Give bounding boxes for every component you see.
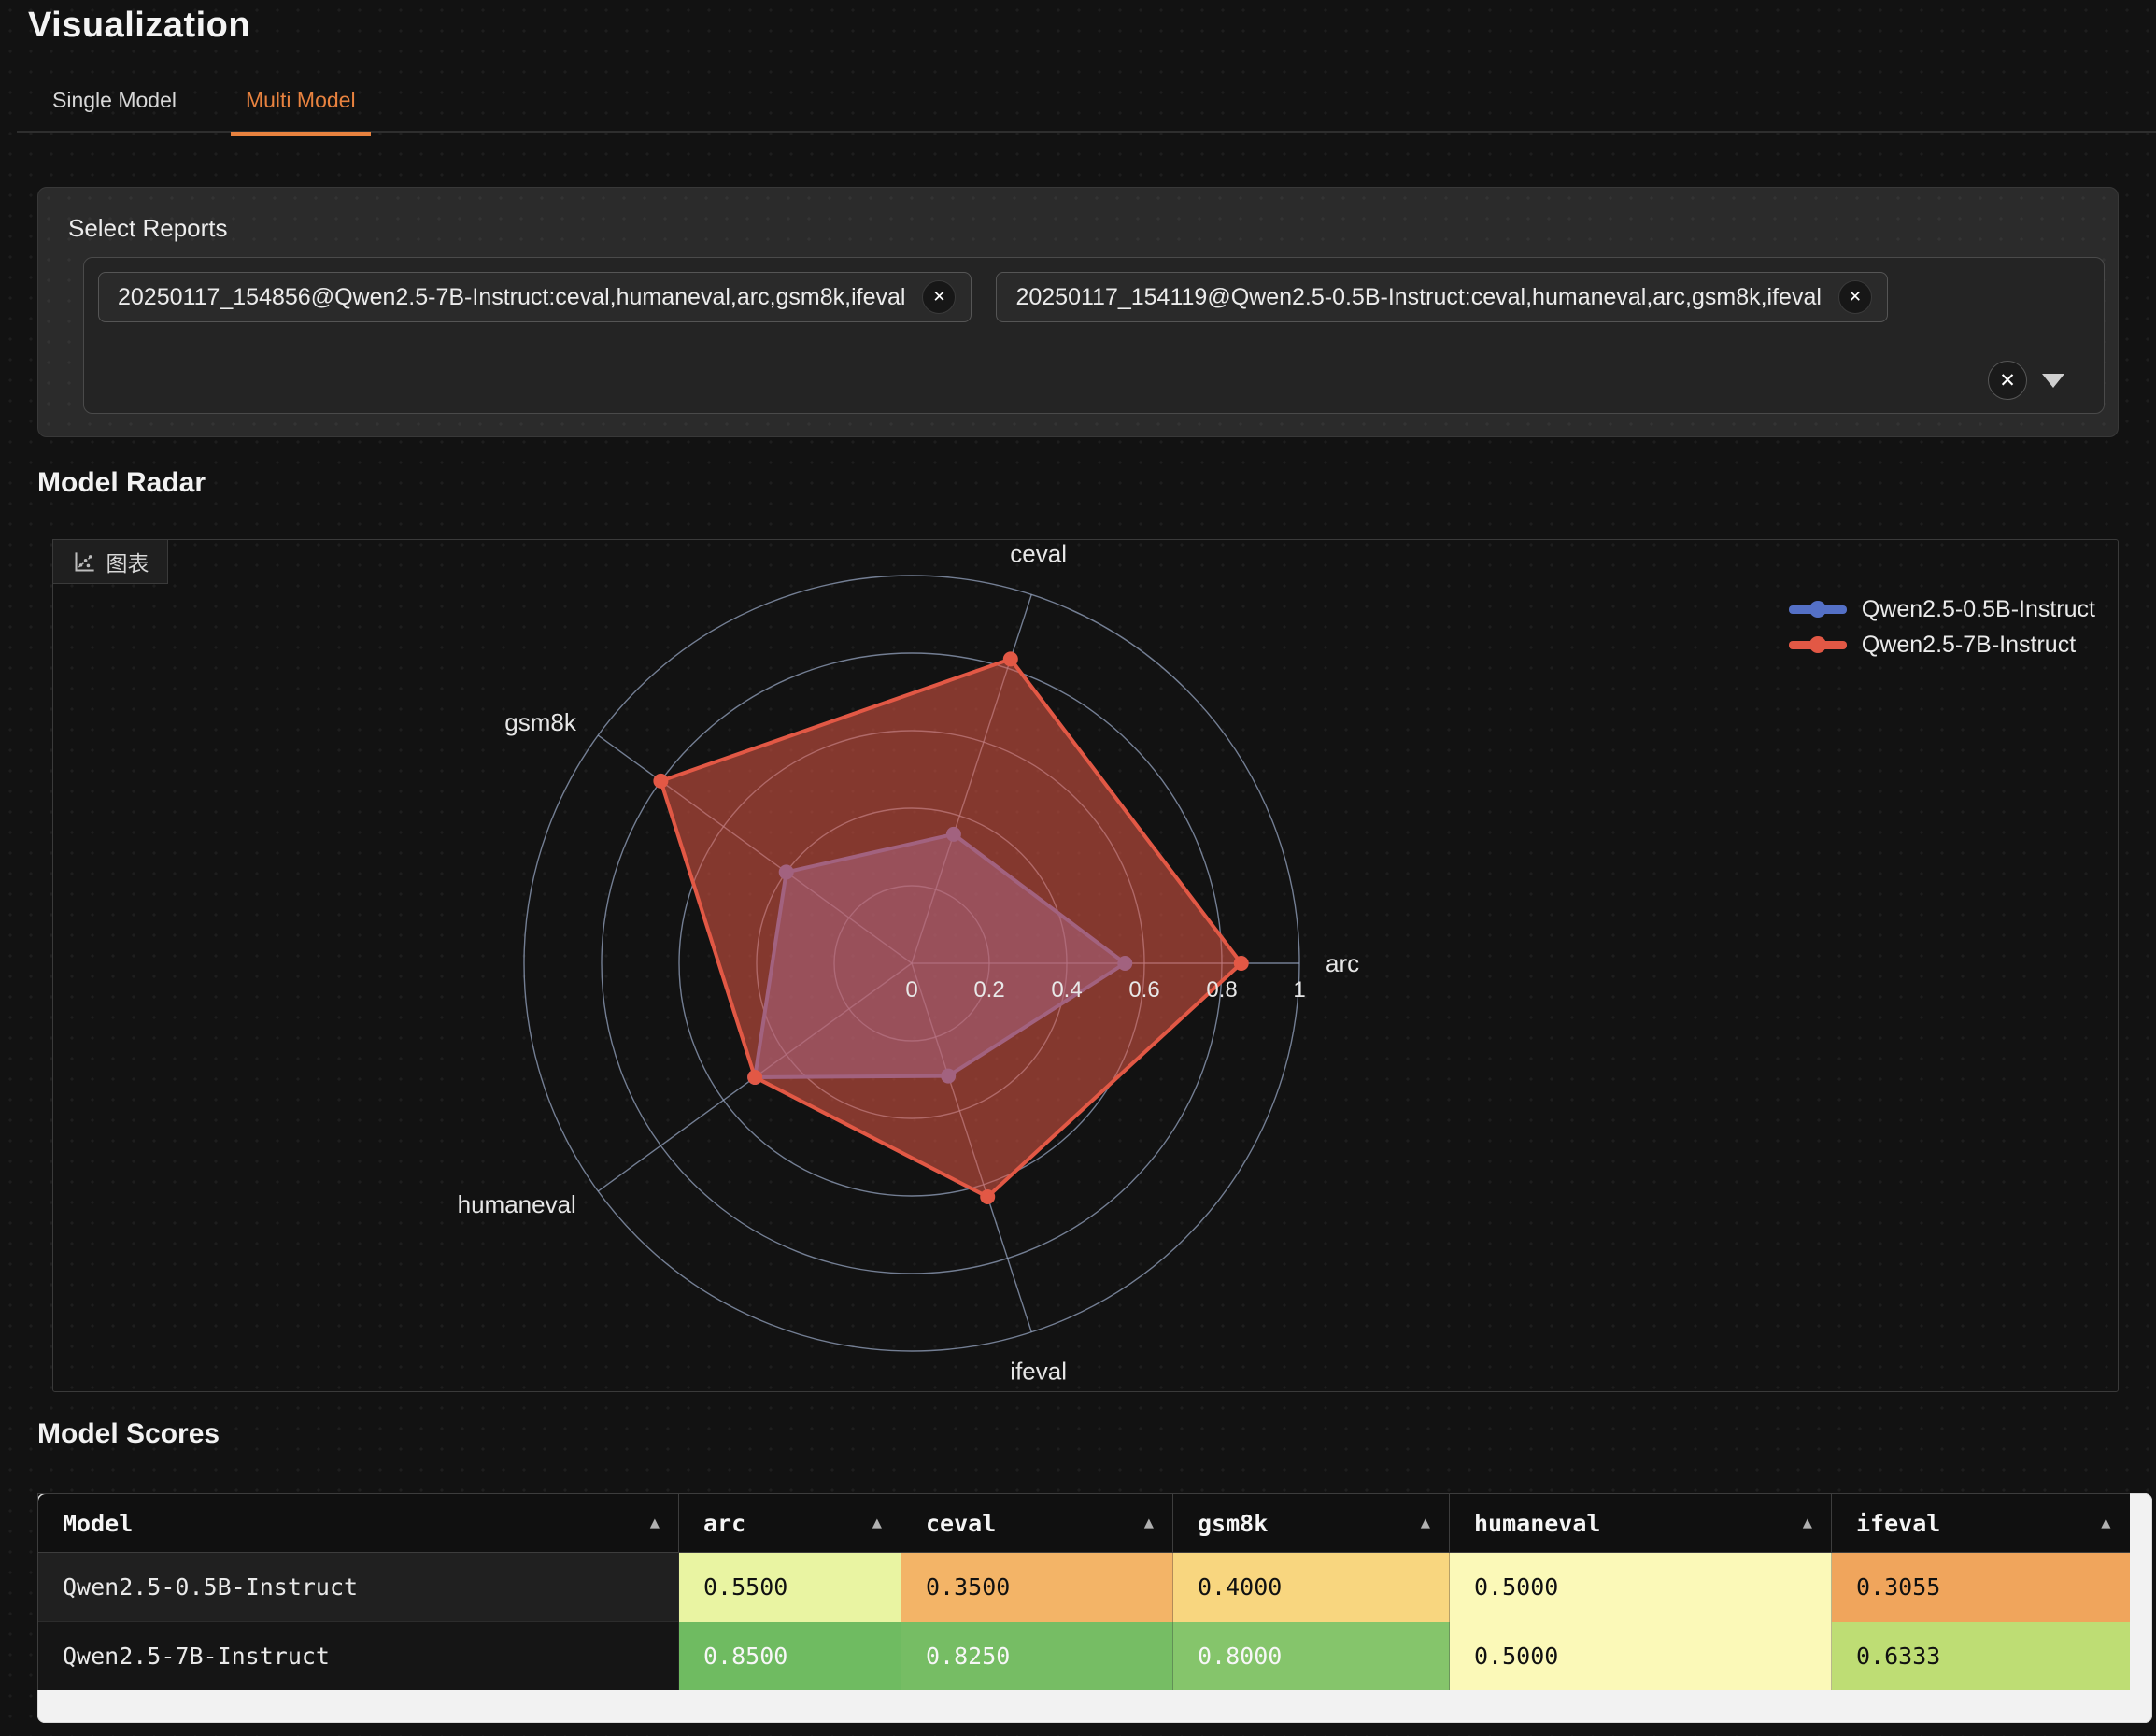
svg-text:ceval: ceval [1010,540,1067,567]
sort-icon[interactable]: ▲ [872,1514,882,1532]
col-header-humaneval[interactable]: humaneval▲ [1450,1494,1832,1553]
radar-chart: 0 0.2 0.4 0.6 0.8 1 arc ceval gsm8k humaneval ifev… [53,540,2118,1391]
score-cell: 0.8250 [901,1622,1173,1691]
svg-text:1: 1 [1293,977,1305,1003]
table-row: Qwen2.5-0.5B-Instruct 0.5500 0.3500 0.40… [38,1553,2130,1622]
table-row: Qwen2.5-7B-Instruct 0.8500 0.8250 0.8000… [38,1622,2130,1691]
model-scores-heading: Model Scores [37,1418,220,1450]
svg-text:0.6: 0.6 [1128,977,1159,1003]
plot-tab-label: 图表 [106,546,149,577]
col-header-ceval[interactable]: ceval▲ [901,1494,1173,1553]
score-cell: 0.6333 [1832,1622,2130,1691]
plot-tab-chart[interactable]: 图表 [52,539,168,584]
report-chip-label: 20250117_154119@Qwen2.5-0.5B-Instruct:ce… [1015,284,1821,311]
scatter-chart-icon [72,549,97,575]
svg-text:0.8: 0.8 [1206,977,1237,1003]
legend-item[interactable]: Qwen2.5-7B-Instruct [1789,628,2095,662]
sort-icon[interactable]: ▲ [1803,1514,1812,1532]
model-radar-heading: Model Radar [37,467,206,499]
score-cell: 0.3055 [1832,1553,2130,1622]
page-title: Visualization [28,6,250,46]
select-reports-panel: Select Reports 20250117_154856@Qwen2.5-7… [37,187,2119,437]
score-cell: 0.5500 [679,1553,901,1622]
score-cell: 0.5000 [1450,1622,1832,1691]
chevron-down-icon[interactable] [2042,374,2064,388]
scores-table-container: Model▲ arc▲ ceval▲ gsm8k▲ humaneval▲ ife… [37,1493,2152,1723]
selected-report-chips: 20250117_154856@Qwen2.5-7B-Instruct:ceva… [98,272,1888,322]
legend-line-icon [1789,605,1847,614]
sort-icon[interactable]: ▲ [650,1514,660,1532]
col-header-arc[interactable]: arc▲ [679,1494,901,1553]
remove-chip-icon[interactable]: ✕ [1838,280,1872,314]
svg-text:gsm8k: gsm8k [504,708,577,736]
select-reports-label: Select Reports [68,214,228,243]
svg-text:humaneval: humaneval [458,1190,576,1218]
svg-text:ifeval: ifeval [1010,1358,1067,1386]
reports-multiselect[interactable]: 20250117_154856@Qwen2.5-7B-Instruct:ceva… [83,257,2105,414]
svg-text:arc: arc [1326,949,1359,977]
score-cell: 0.3500 [901,1553,1173,1622]
legend-label: Qwen2.5-0.5B-Instruct [1862,596,2095,623]
view-tabbar: Single Model Multi Model [37,78,371,136]
svg-text:0: 0 [905,977,917,1003]
score-cell: 0.5000 [1450,1553,1832,1622]
report-chip[interactable]: 20250117_154856@Qwen2.5-7B-Instruct:ceva… [98,272,972,322]
tab-single-model[interactable]: Single Model [37,78,191,136]
legend-item[interactable]: Qwen2.5-0.5B-Instruct [1789,592,2095,626]
header-row: Model▲ arc▲ ceval▲ gsm8k▲ humaneval▲ ife… [38,1494,2130,1553]
model-name-cell: Qwen2.5-0.5B-Instruct [38,1553,679,1622]
horizontal-scrollbar[interactable] [43,1695,2147,1719]
radar-plot-widget: 0 0.2 0.4 0.6 0.8 1 arc ceval gsm8k humaneval ifev… [52,539,2119,1392]
remove-chip-icon[interactable]: ✕ [922,280,956,314]
score-cell: 0.4000 [1173,1553,1450,1622]
sort-icon[interactable]: ▲ [2101,1514,2110,1532]
legend-dot-icon [1809,636,1826,653]
legend-dot-icon [1809,601,1826,618]
vertical-scrollbar[interactable] [2132,1497,2150,1686]
score-cell: 0.8000 [1173,1622,1450,1691]
clear-all-icon[interactable]: ✕ [1988,361,2027,400]
select-controls: ✕ [1988,361,2064,400]
visualization-page: Visualization Single Model Multi Model S… [0,0,2156,1736]
col-header-ifeval[interactable]: ifeval▲ [1832,1494,2130,1553]
col-header-model[interactable]: Model▲ [38,1494,679,1553]
report-chip[interactable]: 20250117_154119@Qwen2.5-0.5B-Instruct:ce… [996,272,1887,322]
col-header-gsm8k[interactable]: gsm8k▲ [1173,1494,1450,1553]
sort-icon[interactable]: ▲ [1421,1514,1430,1532]
radar-legend: Qwen2.5-0.5B-Instruct Qwen2.5-7B-Instruc… [1789,592,2095,662]
svg-text:0.2: 0.2 [973,977,1004,1003]
sort-icon[interactable]: ▲ [1144,1514,1154,1532]
scores-table: Model▲ arc▲ ceval▲ gsm8k▲ humaneval▲ ife… [37,1493,2130,1690]
legend-line-icon [1789,641,1847,649]
tab-multi-model[interactable]: Multi Model [231,78,371,136]
report-chip-label: 20250117_154856@Qwen2.5-7B-Instruct:ceva… [118,284,905,311]
legend-label: Qwen2.5-7B-Instruct [1862,632,2076,659]
model-name-cell: Qwen2.5-7B-Instruct [38,1622,679,1691]
svg-text:0.4: 0.4 [1051,977,1082,1003]
score-cell: 0.8500 [679,1622,901,1691]
